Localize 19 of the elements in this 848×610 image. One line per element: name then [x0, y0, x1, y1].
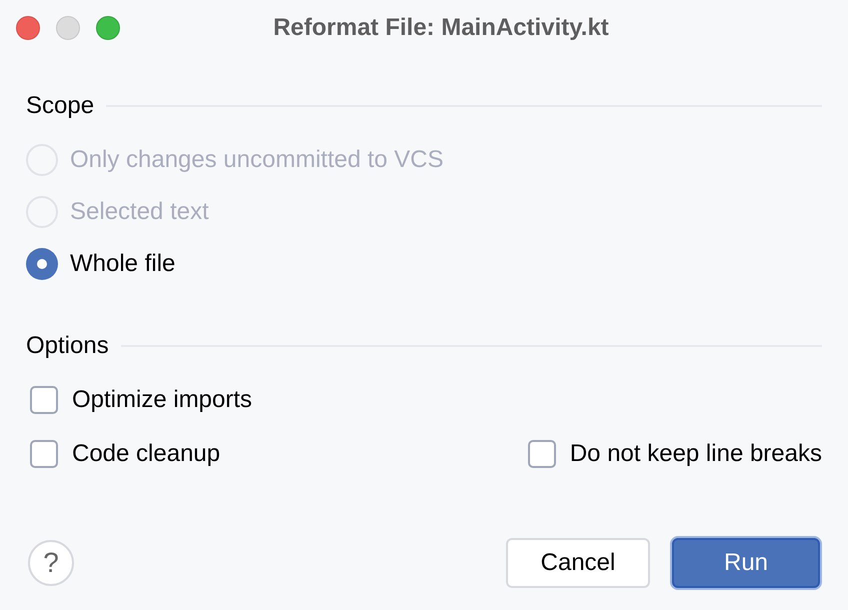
window-title: Reformat File: MainActivity.kt [272, 13, 610, 43]
checkbox-label: Optimize imports [72, 385, 252, 415]
maximize-window-icon[interactable] [96, 16, 120, 40]
close-window-icon[interactable] [16, 16, 40, 40]
radio-button[interactable] [26, 248, 58, 280]
checkbox-label: Code cleanup [72, 439, 220, 469]
secondary-button[interactable]: Cancel [506, 538, 650, 588]
radio-label: Only changes uncommitted to VCS [70, 145, 444, 175]
checkbox-label: Do not keep line breaks [570, 439, 822, 469]
section-heading: Options [26, 331, 109, 361]
minimize-window-icon[interactable] [56, 16, 80, 40]
help-button[interactable]: ? [28, 540, 74, 586]
radio-label: Whole file [70, 249, 176, 279]
section-heading: Scope [26, 91, 94, 121]
checkbox[interactable] [30, 440, 58, 468]
checkbox[interactable] [528, 440, 556, 468]
checkbox[interactable] [30, 386, 58, 414]
radio-label: Selected text [70, 197, 209, 227]
primary-button[interactable]: Run [672, 538, 820, 588]
